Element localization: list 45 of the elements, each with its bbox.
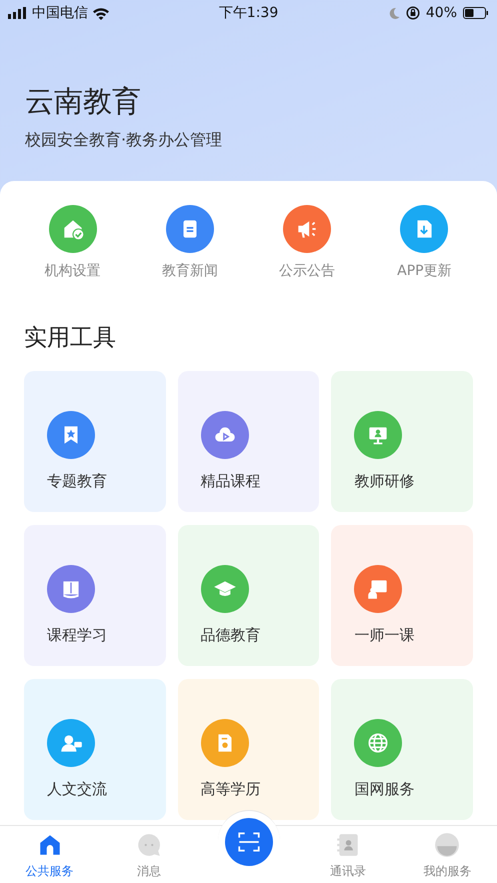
tool-label: 人文交流: [47, 780, 108, 799]
tool-label: 专题教育: [47, 472, 108, 491]
tab-item[interactable]: 我的服务: [398, 826, 497, 883]
app-title: 云南教育: [25, 83, 142, 120]
scan-button[interactable]: [224, 818, 272, 866]
icon-circle[interactable]: [166, 205, 214, 253]
icon-circle[interactable]: [283, 205, 332, 253]
tool-label: 课程学习: [47, 626, 108, 645]
tool-card[interactable]: 一师一课: [331, 525, 473, 666]
tool-label: 精品课程: [200, 472, 262, 491]
shortcut-label[interactable]: 机构设置: [44, 262, 101, 280]
app-subtitle: 校园安全教育·教务办公管理: [25, 130, 224, 151]
section-title: 实用工具: [24, 324, 117, 353]
shortcut-label[interactable]: APP更新: [397, 262, 452, 280]
tool-card[interactable]: 课程学习: [24, 525, 166, 666]
tab-item[interactable]: 通讯录: [298, 826, 398, 883]
carrier-name: 中国电信: [32, 4, 88, 22]
tab-item[interactable]: 公共服务: [0, 826, 100, 883]
shortcut-label[interactable]: 教育新闻: [162, 262, 218, 280]
icon-circle[interactable]: [400, 205, 448, 253]
clock-time: 下午1:39: [218, 4, 278, 22]
profile-icon: [434, 832, 460, 858]
chat-bubble-icon: [136, 832, 162, 858]
tool-label: 高等学历: [200, 780, 262, 799]
battery-percent: 40%: [426, 5, 458, 21]
rotation-lock-icon: [406, 6, 420, 20]
contact-book-icon: [334, 832, 361, 858]
signal-icon: [8, 7, 28, 19]
tool-card[interactable]: 精品课程: [178, 371, 320, 512]
tool-card[interactable]: 品德教育: [178, 525, 320, 666]
shortcut-label[interactable]: 公示公告: [279, 262, 336, 280]
tool-label: 国网服务: [354, 780, 416, 799]
icon-circle[interactable]: [48, 205, 97, 253]
wifi-icon: [92, 6, 110, 20]
battery-icon: [463, 7, 490, 19]
tool-card[interactable]: 专题教育: [24, 371, 166, 512]
tool-label: 品德教育: [200, 626, 262, 645]
tool-label: 教师研修: [354, 472, 416, 491]
tool-card[interactable]: 教师研修: [331, 371, 473, 512]
tool-card[interactable]: 高等学历: [178, 679, 320, 820]
moon-icon: [388, 7, 400, 19]
tool-card[interactable]: 国网服务: [331, 679, 473, 820]
tool-card[interactable]: 人文交流: [24, 679, 166, 820]
tab-item[interactable]: 消息: [99, 826, 199, 883]
tool-label: 一师一课: [354, 626, 416, 645]
